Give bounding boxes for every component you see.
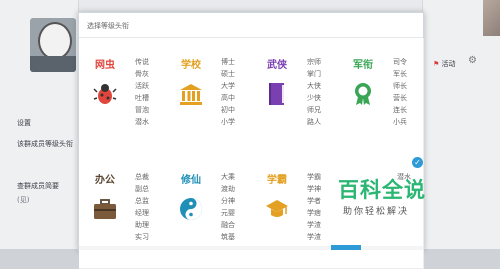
card-xuexiao[interactable]: 学校 博士 硕士 大学 高中 初中 小学 [165,38,252,154]
title-item: 小学 [221,118,235,126]
title-item: 军长 [393,70,407,78]
title-item: 路人 [307,118,321,126]
title-item: 小兵 [393,118,407,126]
card-title: 学校 [181,60,201,71]
check-icon: ✓ [412,157,423,168]
activity-label: 活动 [441,60,456,68]
title-item: 学神 [307,185,321,193]
avatar-face [38,22,72,60]
title-item: 学者 [307,197,321,205]
watermark: 百科全说 助你轻松解决 [338,174,448,222]
bug-icon [93,84,117,104]
avatar-band [30,56,76,72]
title-item: 总裁 [135,173,149,181]
graduation-cap-icon [266,200,288,217]
flag-icon: ⚑ [433,60,440,68]
title-item: 硕士 [221,70,235,78]
watermark-sub: 助你轻松解决 [343,207,410,217]
card-wuxia[interactable]: 武侠 宗师 掌门 大侠 少侠 师兄 路人 [251,38,338,154]
book-icon [269,83,284,105]
title-item: 筑基 [221,233,235,241]
dialog-title: 选择等级头衔 [87,22,129,30]
title-item: 少侠 [307,94,321,102]
card-title: 修仙 [181,175,201,186]
card-bangong[interactable]: 办公 总裁 副总 总监 经理 助理 实习 [79,153,166,269]
title-list: 传说 骨灰 活跃 吐槽 冒泡 潜水 [135,56,161,128]
title-item: 大侠 [307,82,321,90]
title-item: 掌门 [307,70,321,78]
title-item: 学渣 [307,233,321,241]
dialog-footer [79,246,423,250]
card-xueba[interactable]: 学霸 学霸 学神 学者 学痞 学渣 学渣 [251,153,338,269]
title-item: 宗师 [307,58,321,66]
title-item: 学痞 [307,209,321,217]
title-item: 司令 [393,58,407,66]
background-decoration [483,0,500,36]
title-item: 潜水 [135,118,149,126]
activity-button[interactable]: ⚑ 活动 [433,59,456,69]
title-item: 营长 [393,94,407,102]
title-item: 活跃 [135,82,149,90]
title-item: 连长 [393,106,407,114]
card-title: 军衔 [353,60,373,71]
title-list: 学霸 学神 学者 学痞 学渣 学渣 [307,171,333,243]
title-item: 副总 [135,185,149,193]
card-title: 学霸 [267,175,287,186]
card-wangchong[interactable]: 网虫 传说 骨灰 活跃 吐槽 冒泡 潜水 [79,38,166,154]
title-item: 师兄 [307,106,321,114]
title-item: 经理 [135,209,149,217]
title-item: 冒泡 [135,106,149,114]
title-item: 吐槽 [135,94,149,102]
title-item: 传说 [135,58,149,66]
settings-label[interactable]: 设置 [17,118,31,128]
title-item: 助理 [135,221,149,229]
school-building-icon [180,84,202,105]
title-list: 大乘 渡劫 分神 元婴 融合 筑基 [221,171,247,243]
title-item: 初中 [221,106,235,114]
title-item: 大乘 [221,173,235,181]
card-title: 办公 [95,175,115,186]
card-junxian[interactable]: 军衔 司令 军长 师长 营长 连长 小兵 [337,38,424,154]
title-item: 学渣 [307,221,321,229]
title-item: 大学 [221,82,235,90]
title-item: 总监 [135,197,149,205]
title-list: 总裁 副总 总监 经理 助理 实习 [135,171,161,243]
title-item: 骨灰 [135,70,149,78]
title-item: 学霸 [307,173,321,181]
title-item: 分神 [221,197,235,205]
title-item: 元婴 [221,209,235,217]
title-list: 宗师 掌门 大侠 少侠 师兄 路人 [307,56,333,128]
dialog-header: 选择等级头衔 [79,13,423,38]
yin-yang-icon [180,198,202,220]
card-title: 武侠 [267,60,287,71]
left-panel: 设置 该群成员等级头衔 查群成员简要 (见) [0,0,79,249]
title-list: 博士 硕士 大学 高中 初中 小学 [221,56,247,128]
briefcase-icon [94,199,116,219]
title-list: 司令 军长 师长 营长 连长 小兵 [393,56,419,128]
confirm-button[interactable] [331,245,361,250]
watermark-main: 百科全说 [338,178,426,202]
level-title-label[interactable]: 该群成员等级头衔 [17,139,73,149]
title-item: 融合 [221,221,235,229]
card-xiuxian[interactable]: 修仙 大乘 渡劫 分神 元婴 融合 筑基 [165,153,252,269]
title-item: 渡劫 [221,185,235,193]
title-item: 实习 [135,233,149,241]
member-summary-label[interactable]: 查群成员简要 [17,181,59,191]
avatar[interactable] [30,18,76,72]
member-summary-hint: (见) [17,196,30,204]
medal-icon [355,83,371,105]
card-title: 网虫 [95,60,115,71]
title-item: 博士 [221,58,235,66]
gear-icon[interactable]: ⚙ [468,56,478,66]
title-item: 高中 [221,94,235,102]
title-item: 师长 [393,82,407,90]
